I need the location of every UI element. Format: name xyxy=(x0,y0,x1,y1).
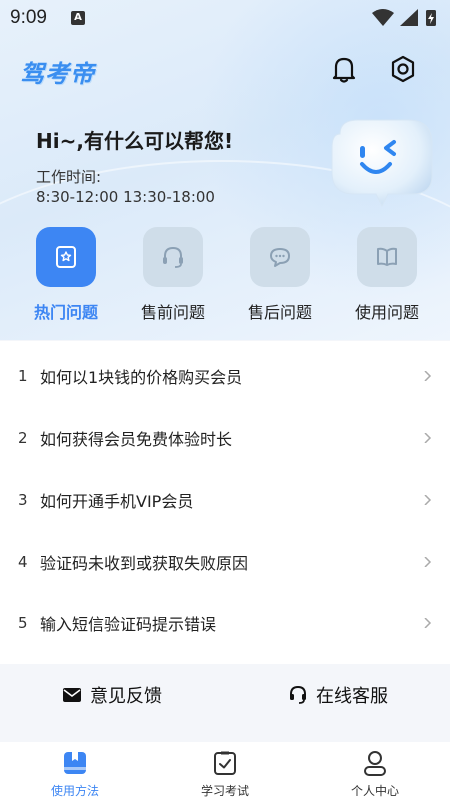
contact-bar: 意见反馈 在线客服 xyxy=(0,664,450,742)
tab-study-exam[interactable]: 学习考试 xyxy=(175,750,275,799)
headset-icon xyxy=(163,246,183,268)
question-item[interactable]: 3 如何开通手机VIP会员 xyxy=(0,469,450,531)
app-logo: 驾考帝 xyxy=(20,60,95,88)
question-number: 5 xyxy=(18,614,28,632)
tab-label: 学习考试 xyxy=(200,784,249,798)
tab-personal-center[interactable]: 个人中心 xyxy=(325,750,425,799)
question-item[interactable]: 5 输入短信验证码提示错误 xyxy=(0,592,450,654)
tab-label: 个人中心 xyxy=(350,784,399,798)
question-text: 如何以1块钱的价格购买会员 xyxy=(40,368,243,387)
system-status-icons xyxy=(372,9,436,26)
question-text: 验证码未收到或获取失败原因 xyxy=(40,554,249,573)
chevron-right-icon xyxy=(424,433,432,443)
question-number: 4 xyxy=(18,553,28,571)
category-label: 售后问题 xyxy=(247,303,312,322)
question-number: 1 xyxy=(18,367,28,385)
tab-label: 使用方法 xyxy=(50,784,99,798)
feedback-button[interactable]: 意见反馈 xyxy=(62,683,162,707)
wifi-icon xyxy=(372,9,394,26)
category-label: 售前问题 xyxy=(140,303,205,322)
chevron-right-icon xyxy=(424,371,432,381)
user-profile-icon xyxy=(364,751,386,776)
status-time: 9:09 xyxy=(10,7,47,28)
chevron-right-icon xyxy=(424,618,432,628)
category-presales-questions[interactable]: 售前问题 xyxy=(128,227,218,323)
greeting-text: Hi~,有什么可以帮您! xyxy=(36,129,234,153)
open-book-icon xyxy=(377,247,397,266)
category-aftersales-questions[interactable]: 售后问题 xyxy=(235,227,325,323)
settings-gear-icon[interactable] xyxy=(386,52,420,86)
signal-icon xyxy=(400,9,418,26)
notification-bell-icon[interactable] xyxy=(327,52,361,86)
tab-usage-guide[interactable]: 使用方法 xyxy=(25,750,125,799)
clipboard-check-icon xyxy=(214,751,236,775)
work-hours-value: 8:30-12:00 13:30-18:00 xyxy=(36,188,215,206)
question-number: 3 xyxy=(18,491,28,509)
feedback-label: 意见反馈 xyxy=(90,686,162,707)
online-service-button[interactable]: 在线客服 xyxy=(288,683,388,707)
question-item[interactable]: 4 验证码未收到或获取失败原因 xyxy=(0,531,450,593)
question-list: 1 如何以1块钱的价格购买会员 2 如何获得会员免费体验时长 3 如何开通手机V… xyxy=(0,341,450,664)
book-tab-icon xyxy=(64,752,86,774)
question-number: 2 xyxy=(18,429,28,447)
work-hours-label: 工作时间: xyxy=(36,168,102,186)
category-label: 使用问题 xyxy=(354,303,419,322)
chevron-right-icon xyxy=(424,557,432,567)
envelope-icon xyxy=(63,688,81,702)
status-bar: 9:09 A xyxy=(0,0,450,36)
question-text: 如何开通手机VIP会员 xyxy=(40,492,194,511)
category-hot-questions[interactable]: 热门问题 xyxy=(21,227,111,323)
category-label: 热门问题 xyxy=(33,303,98,322)
question-text: 如何获得会员免费体验时长 xyxy=(40,430,233,449)
customer-service-headset-icon xyxy=(290,685,306,704)
question-text: 输入短信验证码提示错误 xyxy=(40,615,217,634)
chat-bubble-icon xyxy=(270,248,290,267)
online-service-label: 在线客服 xyxy=(316,686,388,707)
category-usage-questions[interactable]: 使用问题 xyxy=(342,227,432,323)
star-bookmark-icon xyxy=(56,246,76,268)
question-item[interactable]: 2 如何获得会员免费体验时长 xyxy=(0,407,450,469)
chatbot-mascot-icon xyxy=(331,119,433,208)
notification-a-icon: A xyxy=(71,11,85,25)
bottom-tab-bar: 使用方法 学习考试 个人中心 xyxy=(0,742,450,800)
question-item[interactable]: 1 如何以1块钱的价格购买会员 xyxy=(0,345,450,407)
chevron-right-icon xyxy=(424,495,432,505)
